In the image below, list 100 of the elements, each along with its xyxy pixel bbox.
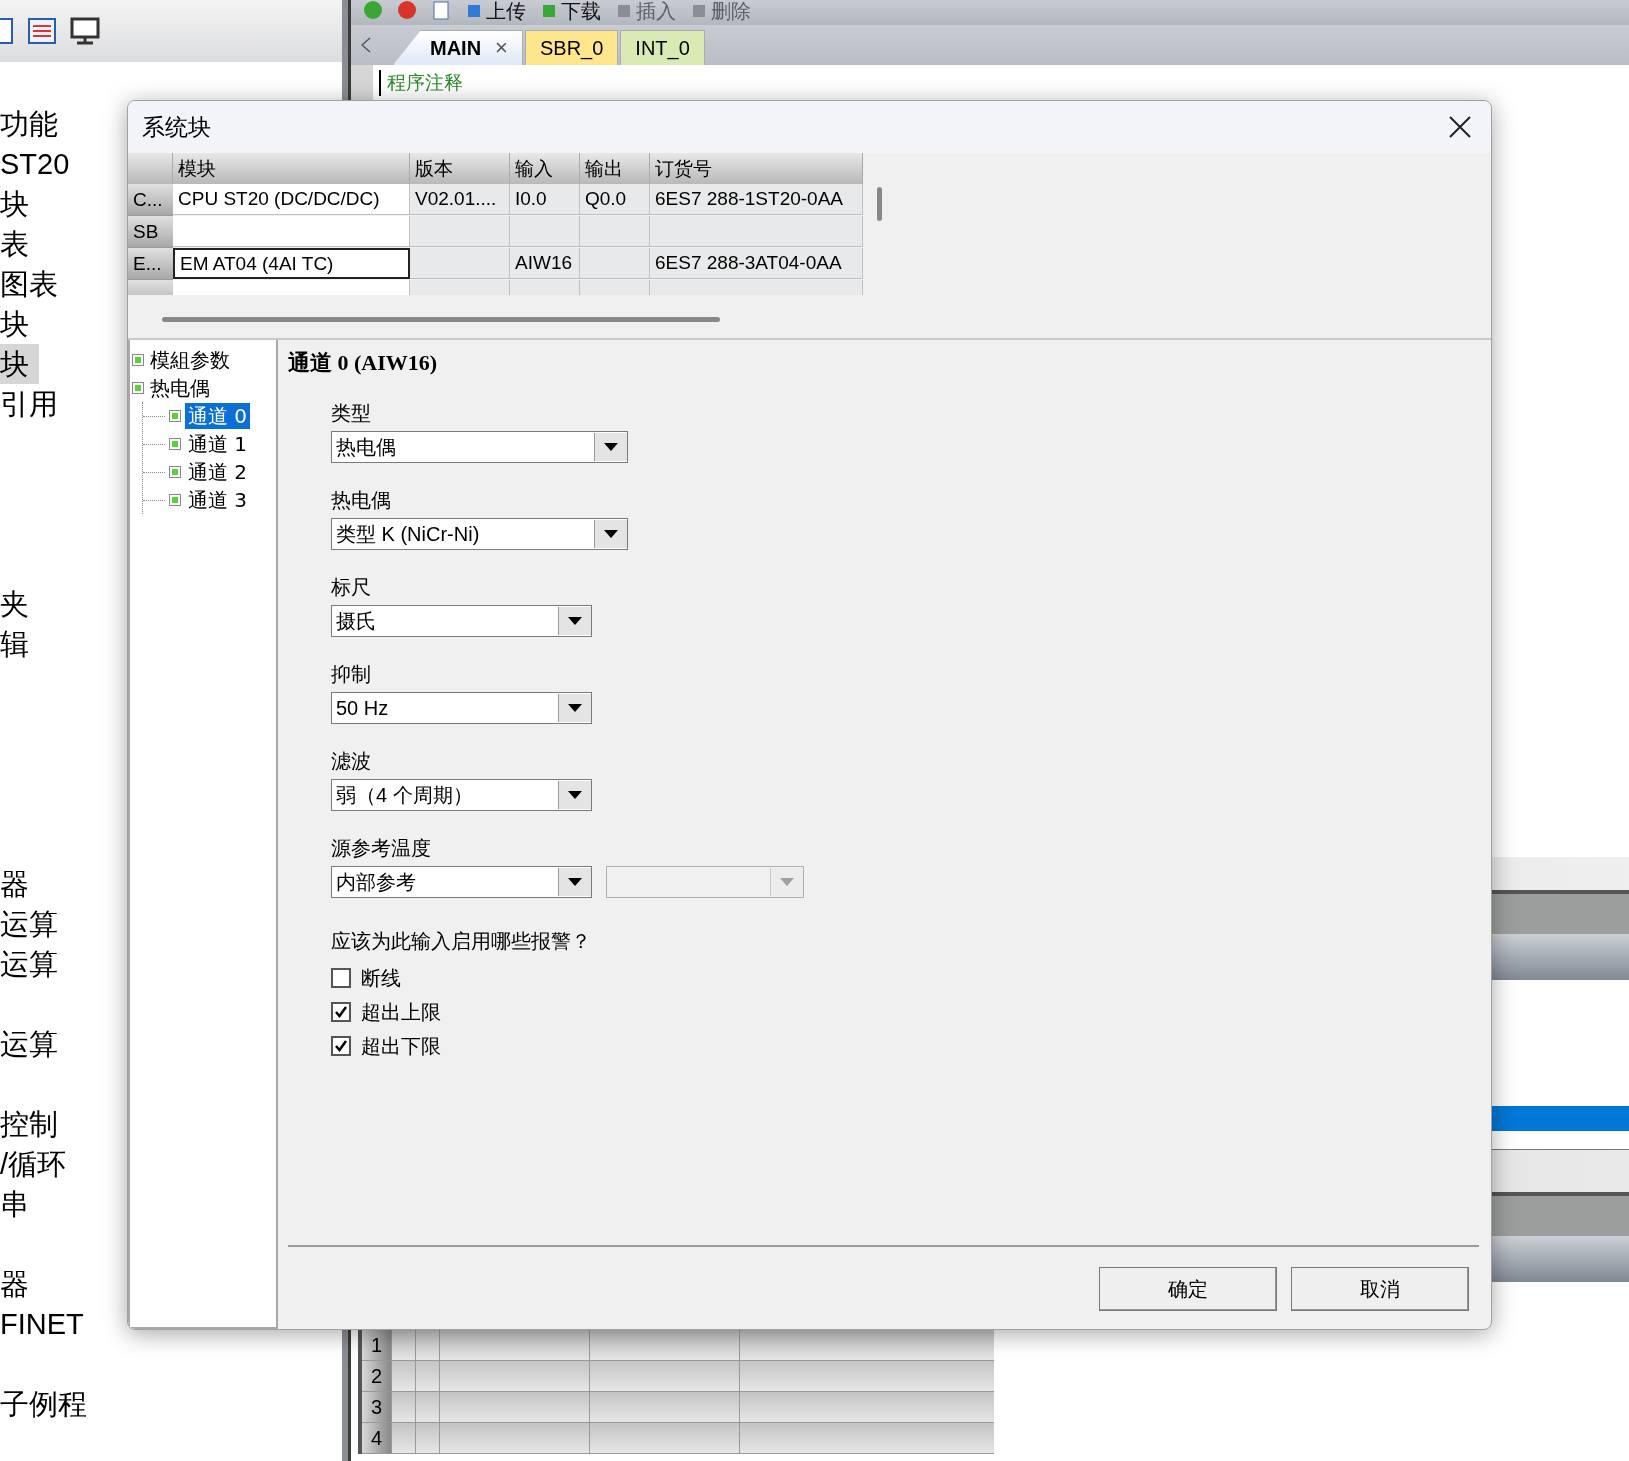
project-tree-item[interactable]: 辑 [0, 624, 39, 664]
row-number: 4 [362, 1423, 392, 1453]
dropdown-arrow-icon [603, 529, 619, 539]
editor-tab[interactable]: MAIN × [393, 30, 523, 65]
project-tree-item[interactable]: ST20 [0, 144, 80, 184]
dropdown-arrow-icon [567, 616, 583, 626]
field-label: 抑制 [331, 662, 371, 687]
editor-tab[interactable]: INT_0 [620, 30, 705, 65]
editor-tab[interactable]: SBR_0 [524, 30, 619, 65]
project-tree-item[interactable]: 夹 [0, 584, 39, 624]
project-tree-item[interactable]: /循环 [0, 1144, 77, 1184]
toolbar-button[interactable]: 上传 [465, 0, 526, 22]
toolbar-button[interactable]: 下载 [540, 0, 601, 22]
tree-item[interactable]: 模組参数 [150, 346, 230, 374]
row-header[interactable]: E... [128, 248, 173, 280]
document-icon[interactable] [431, 0, 451, 20]
dropdown-arrow-icon [779, 877, 795, 887]
toolbar-button-icon [540, 2, 558, 20]
checkbox[interactable] [331, 1036, 351, 1056]
table-cell: 6ES7 288-3AT04-0AA [650, 248, 863, 279]
stop-icon[interactable] [397, 0, 417, 20]
dropdown[interactable]: 弱（4 个周期） [331, 779, 592, 811]
tree-item[interactable]: 通道 1 [185, 431, 251, 457]
column-header[interactable]: 输出 [580, 153, 650, 184]
dropdown[interactable]: 摄氏 [331, 605, 592, 637]
table-cell: I0.0 [510, 184, 580, 215]
scroll-left-icon[interactable] [361, 37, 371, 53]
table-cell [510, 216, 580, 247]
project-tree-item[interactable]: 器 [0, 864, 39, 904]
table-cell: EM AT04 (4AI TC) [173, 248, 410, 279]
dropdown[interactable]: 热电偶 [331, 431, 628, 463]
checkbox-label: 超出上限 [361, 999, 441, 1025]
table-cell: AIW16 [510, 248, 580, 279]
row-header[interactable]: C... [128, 184, 173, 216]
table-cell: CPU ST20 (DC/DC/DC) [173, 184, 410, 215]
dropdown[interactable]: 50 Hz [331, 692, 592, 724]
project-tree-item[interactable]: 块 [0, 344, 39, 384]
column-header[interactable]: 模块 [173, 153, 410, 184]
column-header[interactable]: 输入 [510, 153, 580, 184]
project-tree-item[interactable]: 运算 [0, 1024, 68, 1064]
checkbox-label: 断线 [361, 965, 401, 991]
project-tree-item[interactable]: 引用 [0, 384, 68, 424]
dialog-button[interactable]: 取消 [1291, 1267, 1469, 1311]
dropdown[interactable]: 类型 K (NiCr-Ni) [331, 518, 628, 550]
tree-item[interactable]: 通道 2 [185, 459, 251, 485]
toolbar-button-icon [465, 2, 483, 20]
project-tree-item[interactable]: 控制 [0, 1104, 68, 1144]
project-tree-item[interactable]: 器 [0, 1264, 39, 1304]
project-tree-item[interactable]: 表 [0, 224, 39, 264]
program-comment[interactable]: 程序注释 [379, 69, 463, 96]
dropdown-arrow-icon [567, 790, 583, 800]
dropdown[interactable]: 内部参考 [331, 866, 592, 898]
row-number: 3 [362, 1392, 392, 1422]
table-cell [580, 248, 650, 279]
project-tree-item[interactable]: 运算 [0, 904, 68, 944]
field-label: 标尺 [331, 575, 371, 600]
project-tree-item[interactable]: 块 [0, 304, 39, 344]
tree-item[interactable]: 热电偶 [150, 374, 210, 402]
alarm-question: 应该为此输入启用哪些报警？ [331, 929, 591, 954]
row-number: 1 [362, 1330, 392, 1360]
project-tree-item[interactable]: 子例程 [0, 1384, 97, 1424]
checkbox[interactable] [331, 1002, 351, 1022]
checkbox[interactable] [331, 968, 351, 988]
scrollbar-thumb[interactable] [877, 187, 882, 221]
tree-node-icon [169, 494, 181, 506]
toolbar-button-icon [615, 2, 633, 20]
dropdown-arrow-icon [603, 442, 619, 452]
project-tree-item[interactable]: 功能 [0, 104, 68, 144]
checkbox-label: 超出下限 [361, 1033, 441, 1059]
toolbar-button-icon [690, 2, 708, 20]
project-tree-item[interactable]: 图表 [0, 264, 68, 304]
project-tree-item[interactable]: 运算 [0, 944, 68, 984]
tree-node-icon [169, 466, 181, 478]
column-header[interactable]: 版本 [410, 153, 510, 184]
document-icon[interactable] [0, 18, 14, 44]
table-cell: V02.01.... [410, 184, 510, 215]
tree-node-icon [169, 410, 181, 422]
tree-item[interactable]: 通道 0 [185, 403, 251, 429]
row-header[interactable]: SB [128, 216, 173, 248]
monitor-icon[interactable] [70, 17, 100, 45]
project-tree-item[interactable]: FINET [0, 1304, 94, 1344]
project-tree-item[interactable]: 块 [0, 184, 39, 224]
scrollbar-thumb[interactable] [162, 317, 720, 322]
table-cell [580, 216, 650, 247]
dialog-title: 系统块 [142, 112, 211, 142]
field-label: 滤波 [331, 749, 371, 774]
table-cell: Q0.0 [580, 184, 650, 215]
tree-node-icon [132, 354, 144, 366]
tree-item[interactable]: 通道 3 [185, 487, 251, 513]
dropdown-arrow-icon [567, 877, 583, 887]
dialog-button[interactable]: 确定 [1099, 1267, 1277, 1311]
column-header[interactable]: 订货号 [650, 153, 863, 184]
dropdown-arrow-icon [567, 703, 583, 713]
row-number: 2 [362, 1361, 392, 1391]
close-tab-button[interactable]: × [495, 35, 508, 61]
field-label: 类型 [331, 401, 371, 426]
project-tree-item[interactable]: 串 [0, 1184, 39, 1224]
field-label: 源参考温度 [331, 836, 431, 861]
table-icon[interactable] [28, 18, 56, 44]
table-cell: 6ES7 288-1ST20-0AA [650, 184, 863, 215]
